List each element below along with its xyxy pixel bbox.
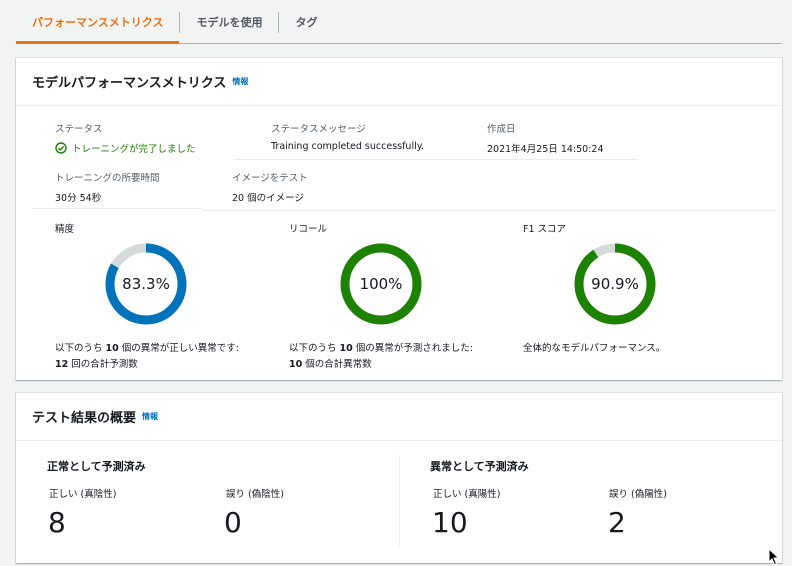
training-time-field: トレーニングの所要時間 30分 54秒 bbox=[55, 170, 160, 204]
created-date-value: 2021年4月25日 14:50:24 bbox=[487, 144, 604, 155]
info-link[interactable]: 情報 bbox=[232, 76, 248, 87]
divider bbox=[399, 455, 400, 547]
tab-performance-metrics[interactable]: パフォーマンスメトリクス bbox=[16, 0, 180, 44]
status-field: ステータス トレーニングが完了しました bbox=[55, 121, 196, 155]
status-text: トレーニングが完了しました bbox=[72, 144, 196, 155]
predicted-anomaly-heading: 異常として予測済み bbox=[430, 460, 529, 473]
predicted-normal-heading: 正常として予測済み bbox=[47, 460, 146, 473]
precision-description: 以下のうち 10 個の異常が正しい異常です: 12 回の合計予測数 bbox=[55, 343, 239, 370]
test-images-label: イメージをテスト bbox=[232, 173, 308, 184]
false-negative-value: 0 bbox=[224, 506, 242, 539]
info-link[interactable]: 情報 bbox=[142, 411, 158, 422]
true-negative-value: 8 bbox=[48, 506, 66, 539]
f1-gauge: 90.9% bbox=[574, 243, 656, 325]
test-images-field: イメージをテスト 20 個のイメージ bbox=[232, 170, 308, 204]
model-performance-panel: モデルパフォーマンスメトリクス 情報 ステータス トレーニングが完了しました ス… bbox=[16, 58, 782, 380]
true-positive-value: 10 bbox=[432, 506, 468, 539]
divider bbox=[202, 210, 776, 211]
recall-metric: リコール 100% 以下のうち 10 個の異常が予測されました: 10 個の合計… bbox=[289, 221, 519, 373]
training-time-label: トレーニングの所要時間 bbox=[55, 173, 160, 184]
check-circle-icon bbox=[55, 142, 67, 154]
panel-header: テスト結果の概要 情報 bbox=[16, 393, 782, 441]
true-positive-label: 正しい (真陽性) bbox=[433, 489, 501, 500]
panel-title: モデルパフォーマンスメトリクス bbox=[32, 76, 227, 91]
status-value: トレーニングが完了しました bbox=[55, 141, 196, 155]
f1-label: F1 スコア bbox=[523, 224, 567, 235]
divider bbox=[32, 208, 202, 209]
status-message-label: ステータスメッセージ bbox=[271, 124, 366, 135]
tab-use-model[interactable]: モデルを使用 bbox=[180, 0, 278, 43]
true-negative-label: 正しい (真陰性) bbox=[49, 489, 117, 500]
precision-value: 83.3% bbox=[122, 275, 170, 293]
false-negative-label: 誤り (偽陰性) bbox=[226, 489, 284, 500]
precision-gauge: 83.3% bbox=[105, 243, 187, 325]
test-images-value: 20 個のイメージ bbox=[232, 193, 304, 204]
created-date-label: 作成日 bbox=[487, 124, 516, 135]
f1-metric: F1 スコア 90.9% 全体的なモデルパフォーマンス。 bbox=[523, 221, 753, 357]
test-summary-panel: テスト結果の概要 情報 正常として予測済み 正しい (真陰性) 8 誤り (偽陰… bbox=[16, 393, 782, 563]
recall-label: リコール bbox=[289, 224, 328, 235]
recall-gauge: 100% bbox=[340, 243, 422, 325]
mouse-cursor-icon bbox=[768, 547, 780, 566]
status-message-field: ステータスメッセージ Training completed successful… bbox=[271, 121, 424, 152]
created-date-field: 作成日 2021年4月25日 14:50:24 bbox=[487, 121, 604, 155]
tab-tags[interactable]: タグ bbox=[279, 0, 333, 43]
precision-label: 精度 bbox=[55, 224, 75, 235]
false-positive-value: 2 bbox=[608, 506, 626, 539]
false-positive-label: 誤り (偽陽性) bbox=[609, 489, 667, 500]
panel-title: テスト結果の概要 bbox=[32, 411, 137, 426]
tab-bar: パフォーマンスメトリクス モデルを使用 タグ bbox=[16, 0, 782, 44]
training-time-value: 30分 54秒 bbox=[55, 193, 102, 204]
status-message-value: Training completed successfully. bbox=[271, 141, 425, 152]
f1-description: 全体的なモデルパフォーマンス。 bbox=[523, 343, 666, 354]
recall-description: 以下のうち 10 個の異常が予測されました: 10 個の合計異常数 bbox=[289, 343, 473, 370]
panel-header: モデルパフォーマンスメトリクス 情報 bbox=[16, 58, 782, 106]
divider bbox=[234, 159, 638, 160]
recall-value: 100% bbox=[359, 275, 403, 293]
precision-metric: 精度 83.3% 以下のうち 10 個の異常が正しい異常です: 12 回の合計予… bbox=[55, 221, 285, 373]
status-label: ステータス bbox=[55, 124, 103, 135]
f1-value: 90.9% bbox=[591, 275, 639, 293]
